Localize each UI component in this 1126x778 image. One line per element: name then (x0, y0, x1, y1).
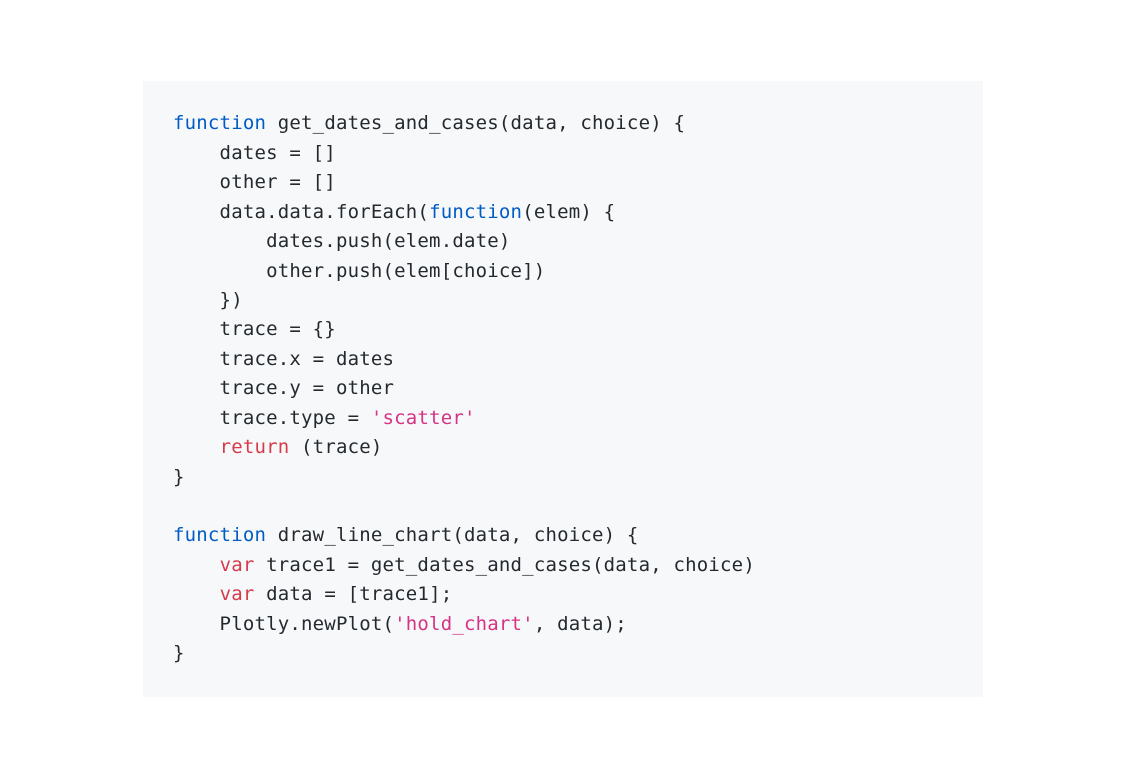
code-token: } (173, 466, 185, 488)
code-line: other.push(elem[choice]) (173, 257, 953, 286)
code-token: get_dates_and_cases(data, choice) { (266, 112, 685, 134)
code-line: trace = {} (173, 315, 953, 344)
code-line: other = [] (173, 168, 953, 197)
code-token: trace.y = other (173, 377, 394, 399)
code-token: }) (173, 289, 243, 311)
code-token: return (220, 436, 290, 458)
code-token: } (173, 642, 185, 664)
code-token: function (429, 201, 522, 223)
code-token: var (220, 583, 255, 605)
code-token: trace.type = (173, 407, 371, 429)
code-token: other.push(elem[choice]) (173, 260, 545, 282)
code-token: function (173, 112, 266, 134)
code-line: } (173, 463, 953, 492)
code-token (173, 436, 220, 458)
code-line: data.data.forEach(function(elem) { (173, 198, 953, 227)
code-token (173, 554, 220, 576)
code-line: dates = [] (173, 139, 953, 168)
code-token: (elem) { (522, 201, 615, 223)
code-line: }) (173, 286, 953, 315)
code-token (173, 583, 220, 605)
code-line: trace.type = 'scatter' (173, 404, 953, 433)
code-line: function get_dates_and_cases(data, choic… (173, 109, 953, 138)
code-line: return (trace) (173, 433, 953, 462)
code-token: trace = {} (173, 318, 336, 340)
code-line: dates.push(elem.date) (173, 227, 953, 256)
code-token: Plotly.newPlot( (173, 613, 394, 635)
code-token: function (173, 524, 266, 546)
code-token: data = [trace1]; (254, 583, 452, 605)
code-token: other = [] (173, 171, 336, 193)
code-line (173, 492, 953, 521)
code-line: var data = [trace1]; (173, 580, 953, 609)
code-block: function get_dates_and_cases(data, choic… (143, 81, 983, 696)
code-line: trace.x = dates (173, 345, 953, 374)
code-token: draw_line_chart(data, choice) { (266, 524, 638, 546)
code-token: , data); (534, 613, 627, 635)
code-token: (trace) (289, 436, 382, 458)
code-token: data.data.forEach( (173, 201, 429, 223)
code-line: trace.y = other (173, 374, 953, 403)
code-token: dates.push(elem.date) (173, 230, 511, 252)
code-token: var (220, 554, 255, 576)
code-line: var trace1 = get_dates_and_cases(data, c… (173, 551, 953, 580)
code-line: } (173, 639, 953, 668)
code-token: 'scatter' (371, 407, 476, 429)
code-token: dates = [] (173, 142, 336, 164)
code-token: trace.x = dates (173, 348, 394, 370)
code-token: trace1 = get_dates_and_cases(data, choic… (254, 554, 754, 576)
code-line: Plotly.newPlot('hold_chart', data); (173, 610, 953, 639)
code-token: 'hold_chart' (394, 613, 534, 635)
code-line: function draw_line_chart(data, choice) { (173, 521, 953, 550)
